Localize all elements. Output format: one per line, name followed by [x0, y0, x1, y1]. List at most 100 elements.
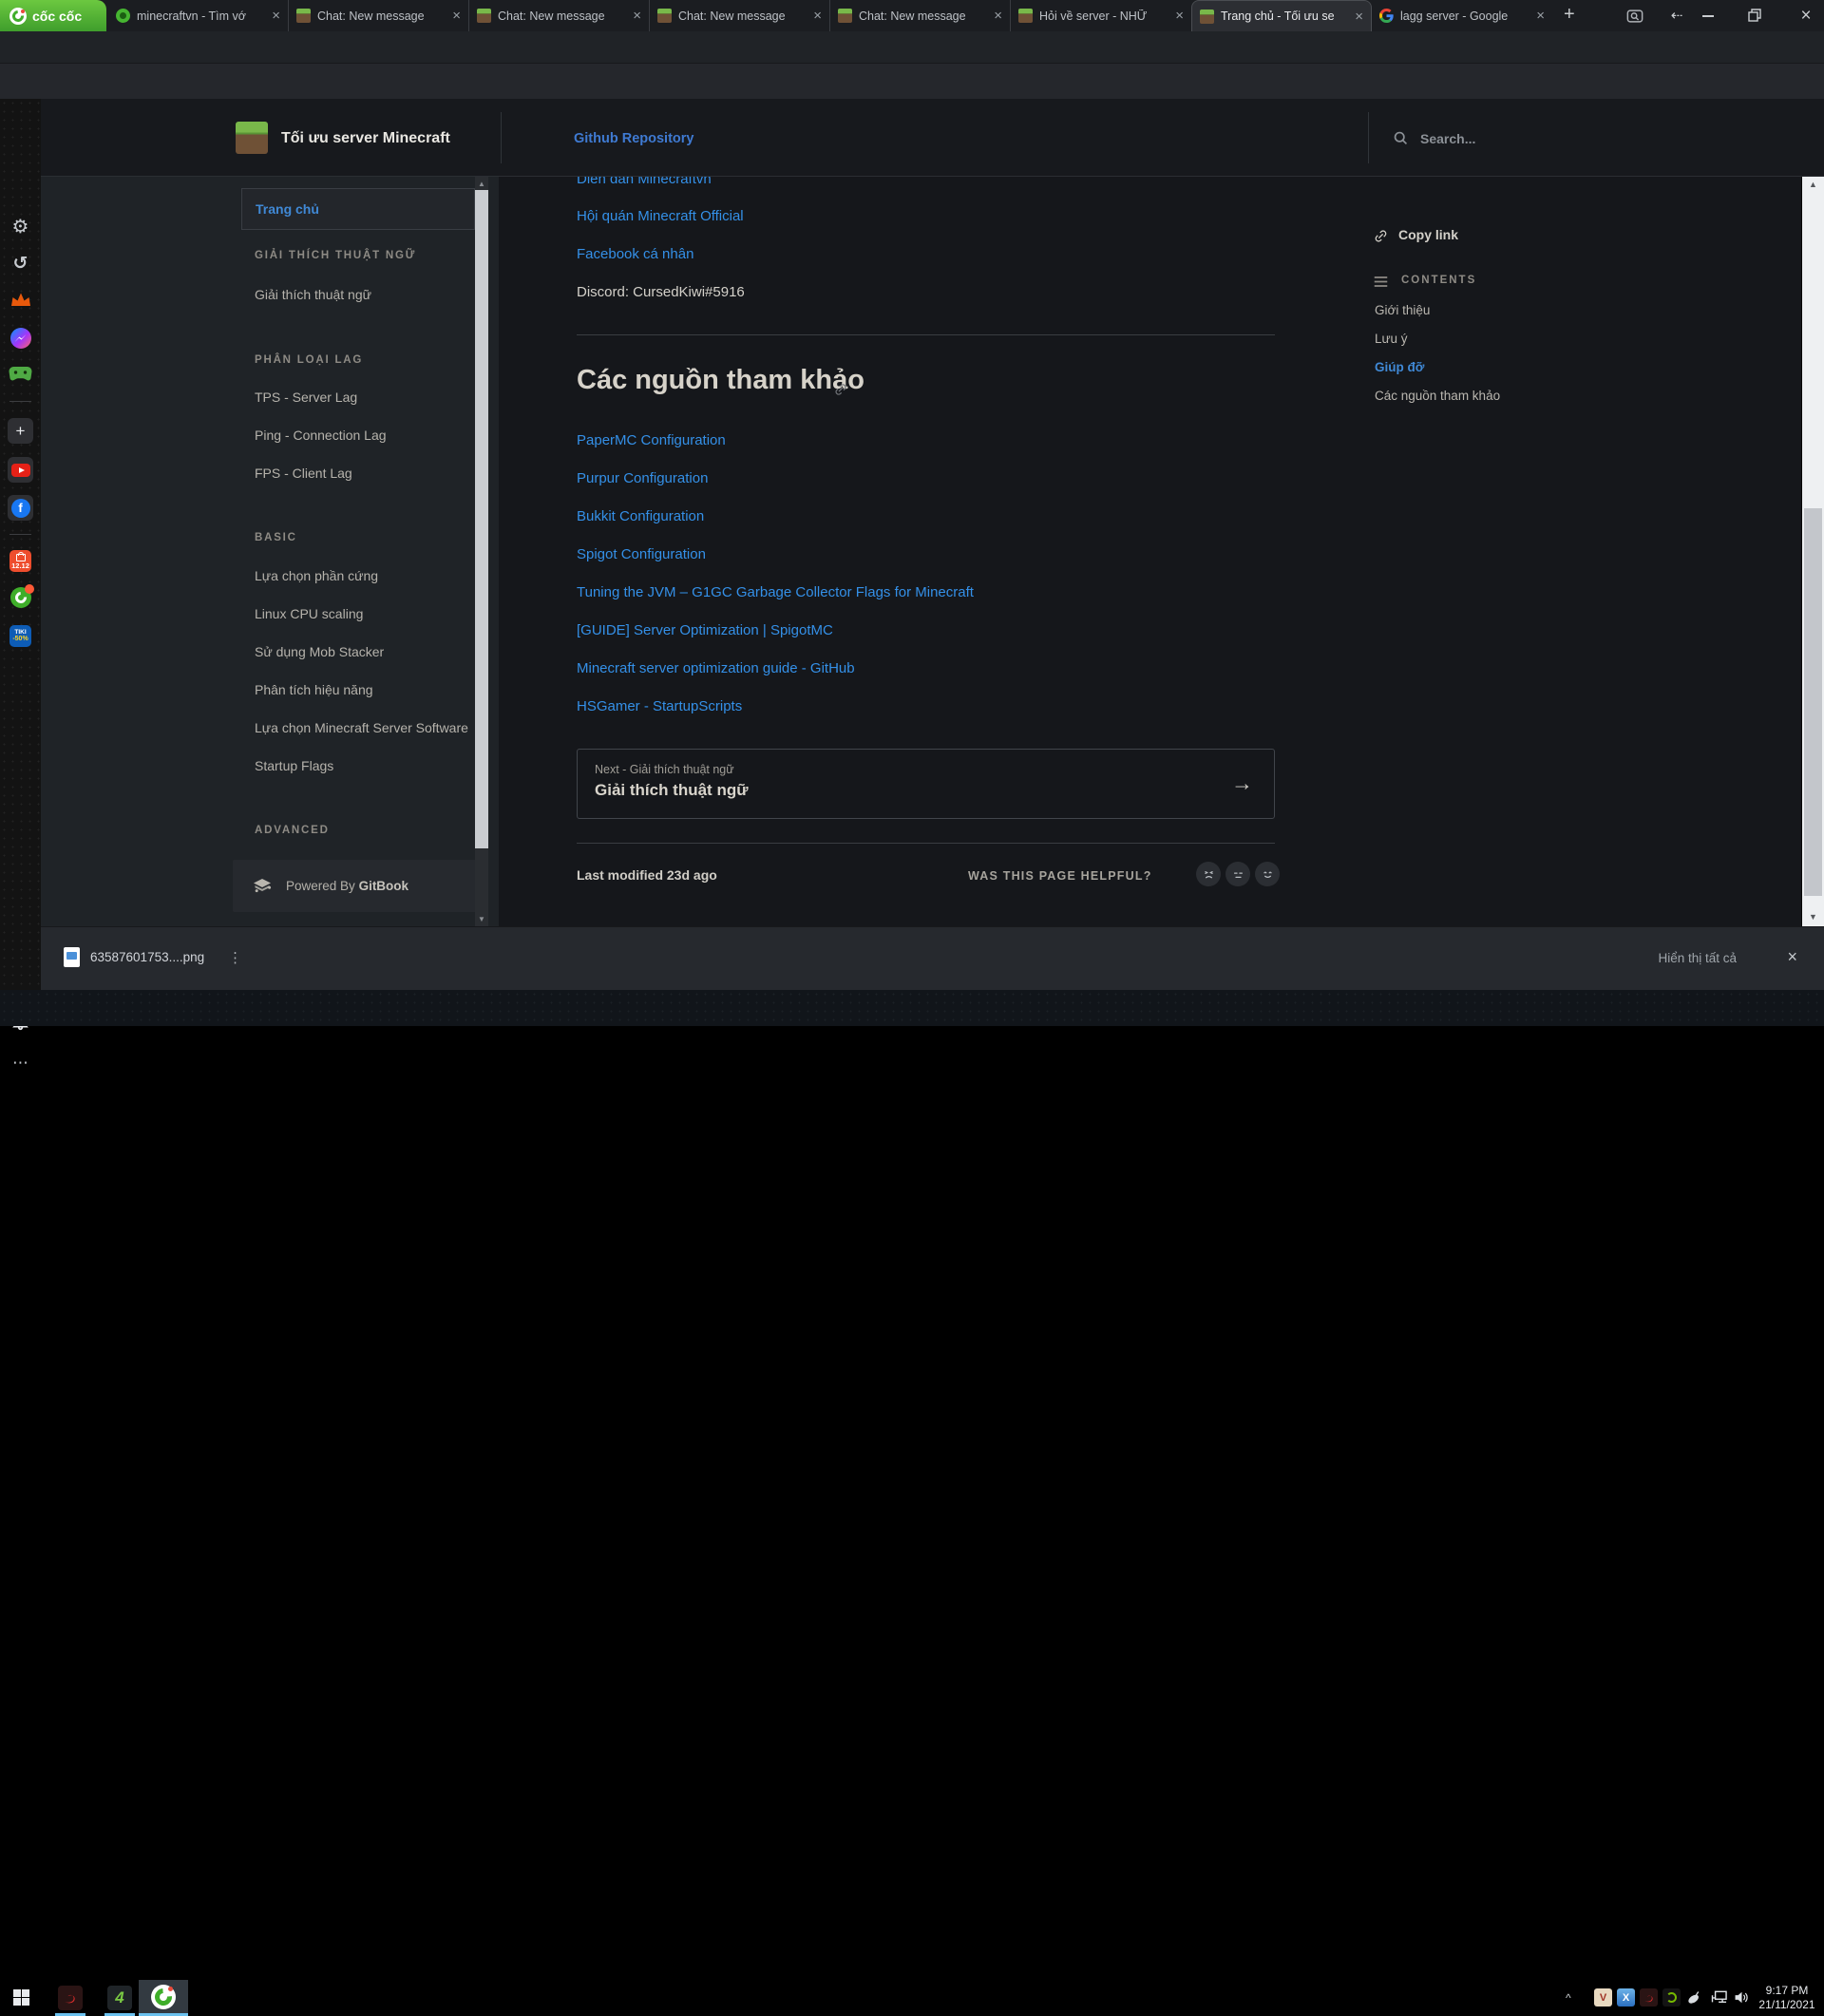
- tray-x-app-icon[interactable]: X: [1617, 1988, 1635, 2006]
- settings-gear-icon[interactable]: ⚙: [0, 215, 41, 238]
- sidebar-item-trang-chu[interactable]: Trang chủ: [241, 188, 475, 230]
- sidebar-item[interactable]: Linux CPU scaling: [255, 606, 363, 621]
- tab-chat-4[interactable]: Chat: New message ×: [830, 0, 1011, 31]
- games-gamepad-icon[interactable]: [0, 366, 41, 381]
- start-button[interactable]: [13, 1989, 29, 2006]
- toc-item-luu-y[interactable]: Lưu ý: [1375, 332, 1408, 346]
- github-repository-link[interactable]: Github Repository: [574, 131, 694, 146]
- sidebar-item[interactable]: FPS - Client Lag: [255, 466, 352, 481]
- show-all-downloads-button[interactable]: Hiển thị tất cả: [1658, 951, 1737, 965]
- new-tab-button[interactable]: +: [1564, 4, 1575, 26]
- page-scrollbar[interactable]: ▲ ▼: [1802, 177, 1824, 926]
- downloaded-file-chip[interactable]: 63587601753....png ⋮: [64, 947, 242, 967]
- sidebar-item[interactable]: Phân tích hiệu năng: [255, 682, 373, 697]
- reopen-tabs-icon[interactable]: ⇠: [1662, 7, 1691, 24]
- tab-title: Hỏi về server - NHỮ: [1039, 10, 1168, 23]
- tab-close-icon[interactable]: ×: [1536, 8, 1545, 24]
- tray-garena-icon[interactable]: [1640, 1988, 1658, 2006]
- sidebar-item[interactable]: Lựa chọn Minecraft Server Software: [255, 720, 468, 735]
- history-icon[interactable]: ↺: [0, 253, 41, 275]
- next-page-card[interactable]: Next - Giải thích thuật ngữ Giải thích t…: [577, 749, 1275, 819]
- link-dien-dan-minecraftvn[interactable]: Diễn đàn Minecraftvn: [577, 177, 712, 187]
- tray-unikey-icon[interactable]: V: [1594, 1988, 1612, 2006]
- sidebar-item[interactable]: Sử dụng Mob Stacker: [255, 644, 384, 659]
- toc-item-giup-do-active[interactable]: Giúp đỡ: [1375, 360, 1424, 374]
- add-shortcut-button[interactable]: +: [0, 418, 41, 444]
- tab-chat-1[interactable]: Chat: New message ×: [289, 0, 469, 31]
- tab-title: minecraftvn - Tìm vớ: [137, 10, 265, 23]
- feedback-sad-button[interactable]: [1196, 862, 1221, 886]
- shopee-shortcut[interactable]: 12.12: [0, 550, 41, 572]
- more-options-icon[interactable]: ⋯: [0, 1054, 41, 1073]
- tab-hoi-ve-server[interactable]: Hỏi về server - NHỮ ×: [1011, 0, 1191, 31]
- page-scrollbar-thumb[interactable]: [1804, 508, 1822, 896]
- scroll-down-icon[interactable]: ▼: [475, 915, 488, 923]
- feedback-neutral-button[interactable]: [1226, 862, 1250, 886]
- toc-item-gioi-thieu[interactable]: Giới thiệu: [1375, 303, 1430, 317]
- ref-link[interactable]: HSGamer - StartupScripts: [577, 698, 742, 714]
- youtube-shortcut[interactable]: [0, 457, 41, 483]
- vip-crown-icon[interactable]: [0, 291, 41, 308]
- sidebar-item[interactable]: Ping - Connection Lag: [255, 428, 387, 443]
- tab-chat-2[interactable]: Chat: New message ×: [469, 0, 650, 31]
- toc-item-cac-nguon[interactable]: Các nguồn tham khảo: [1375, 389, 1500, 403]
- taskbar-clock[interactable]: 9:17 PM 21/11/2021: [1756, 1984, 1818, 2012]
- heading-anchor-link-icon[interactable]: [833, 382, 848, 397]
- feedback-happy-button[interactable]: [1255, 862, 1280, 886]
- ref-link[interactable]: PaperMC Configuration: [577, 432, 726, 448]
- site-logo-grass-block[interactable]: [236, 122, 268, 154]
- ref-link[interactable]: Bukkit Configuration: [577, 508, 704, 524]
- tray-nvidia-icon[interactable]: [1662, 1988, 1681, 2006]
- powered-by-gitbook[interactable]: Powered By GitBook: [233, 860, 484, 912]
- scroll-up-icon[interactable]: ▲: [1802, 180, 1824, 189]
- sidebar-item[interactable]: TPS - Server Lag: [255, 390, 357, 405]
- tab-search-icon[interactable]: [1626, 8, 1644, 25]
- window-restore-button[interactable]: [1748, 9, 1761, 22]
- tab-minecraftvn[interactable]: minecraftvn - Tìm vớ ×: [108, 0, 289, 31]
- tab-close-icon[interactable]: ×: [272, 8, 280, 24]
- window-minimize-button[interactable]: [1702, 15, 1714, 17]
- coccoc-news-shortcut[interactable]: [0, 587, 41, 608]
- ref-link[interactable]: Purpur Configuration: [577, 470, 708, 486]
- scroll-down-icon[interactable]: ▼: [1802, 912, 1824, 922]
- messenger-icon[interactable]: [0, 328, 41, 349]
- ref-link[interactable]: Tuning the JVM – G1GC Garbage Collector …: [577, 584, 974, 600]
- ref-link[interactable]: [GUIDE] Server Optimization | SpigotMC: [577, 622, 833, 638]
- search-input[interactable]: Search...: [1420, 131, 1475, 146]
- sidebar-section-giai-thich: GIẢI THÍCH THUẬT NGỮ: [255, 250, 416, 261]
- tab-chat-3[interactable]: Chat: New message ×: [650, 0, 830, 31]
- tab-lagg-server[interactable]: lagg server - Google ×: [1372, 0, 1552, 31]
- tiki-shortcut[interactable]: TIKI-50%: [0, 625, 41, 647]
- facebook-shortcut[interactable]: f: [0, 495, 41, 521]
- tab-close-icon[interactable]: ×: [633, 8, 641, 24]
- sidebar-item[interactable]: Lựa chọn phần cứng: [255, 568, 378, 583]
- taskbar-coccoc-active[interactable]: [139, 1980, 188, 2014]
- tab-close-icon[interactable]: ×: [452, 8, 461, 24]
- tab-close-icon[interactable]: ×: [813, 8, 822, 24]
- close-shelf-icon[interactable]: ×: [1787, 947, 1797, 967]
- sidebar-scrollbar[interactable]: ▲ ▼: [475, 177, 488, 926]
- link-hoi-quan-minecraft[interactable]: Hội quán Minecraft Official: [577, 208, 744, 224]
- coccoc-menu-button[interactable]: cốc cốc: [0, 0, 106, 31]
- tab-close-icon[interactable]: ×: [1175, 8, 1184, 24]
- tray-satellite-icon[interactable]: [1685, 1988, 1703, 2006]
- window-close-button[interactable]: ×: [1792, 6, 1820, 27]
- sidebar-item[interactable]: Giải thích thuật ngữ: [255, 287, 371, 302]
- link-facebook-ca-nhan[interactable]: Facebook cá nhân: [577, 246, 694, 262]
- tray-volume-icon[interactable]: [1733, 1988, 1751, 2006]
- ref-link[interactable]: Spigot Configuration: [577, 546, 706, 562]
- sidebar-scrollbar-thumb[interactable]: [475, 190, 488, 848]
- scroll-up-icon[interactable]: ▲: [475, 180, 488, 188]
- file-menu-kebab-icon[interactable]: ⋮: [228, 949, 242, 966]
- copy-link-button[interactable]: Copy link: [1398, 227, 1458, 242]
- tray-network-icon[interactable]: [1710, 1988, 1728, 2006]
- tab-close-icon[interactable]: ×: [1355, 9, 1363, 25]
- taskbar-gcafe[interactable]: 4: [106, 1985, 133, 2011]
- taskbar-garena[interactable]: [57, 1985, 84, 2011]
- tray-expand-icon[interactable]: ^: [1566, 1991, 1571, 2005]
- ref-link[interactable]: Minecraft server optimization guide - Gi…: [577, 660, 855, 676]
- site-title[interactable]: Tối ưu server Minecraft: [281, 130, 450, 147]
- sidebar-item[interactable]: Startup Flags: [255, 758, 333, 773]
- tab-close-icon[interactable]: ×: [994, 8, 1002, 24]
- tab-trang-chu-active[interactable]: Trang chủ - Tối ưu se ×: [1191, 0, 1372, 31]
